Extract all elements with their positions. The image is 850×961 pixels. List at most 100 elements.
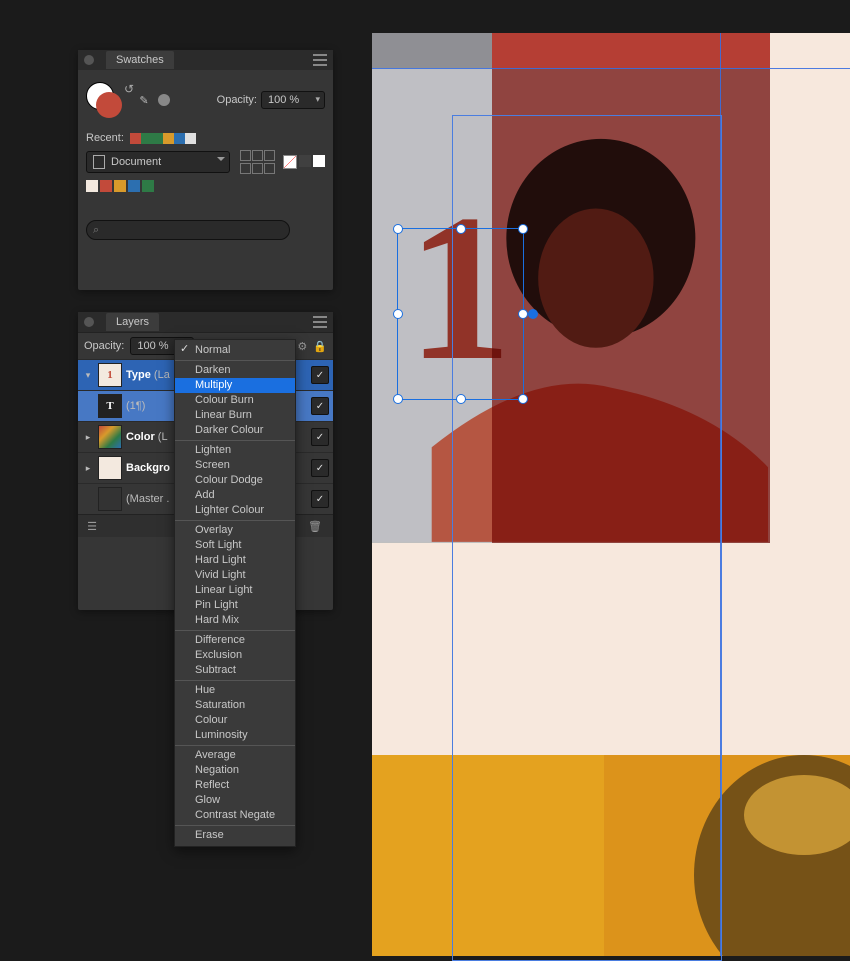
blend-mode-item[interactable]: Vivid Light xyxy=(175,568,295,583)
search-icon: ⌕ xyxy=(93,224,99,237)
palette-swatch[interactable] xyxy=(128,180,140,192)
blend-mode-item[interactable]: Colour Burn xyxy=(175,393,295,408)
layer-visible-checkbox[interactable]: ✓ xyxy=(311,459,329,477)
swatch[interactable] xyxy=(313,155,325,167)
lock-icon[interactable]: 🔒 xyxy=(313,340,327,353)
panel-menu-icon[interactable] xyxy=(313,316,327,328)
swatch-view-icons[interactable] xyxy=(240,150,274,174)
guide-horizontal xyxy=(372,68,850,69)
swatch-scope-select[interactable]: Document xyxy=(86,151,230,173)
greyscale-swatches xyxy=(283,155,325,169)
layer-visible-checkbox[interactable]: ✓ xyxy=(311,428,329,446)
layers-stack-icon[interactable]: ☰ xyxy=(84,518,100,534)
blend-mode-item[interactable]: Colour Dodge xyxy=(175,473,295,488)
document-icon xyxy=(93,155,105,169)
palette-swatch[interactable] xyxy=(86,180,98,192)
swatches-header: Swatches xyxy=(78,50,333,70)
layer-visible-checkbox[interactable]: ✓ xyxy=(311,366,329,384)
blend-mode-item[interactable]: Negation xyxy=(175,763,295,778)
blend-mode-item[interactable]: Hue xyxy=(175,683,295,698)
blend-mode-item[interactable]: Soft Light xyxy=(175,538,295,553)
opacity-label: Opacity: xyxy=(84,340,124,352)
blend-mode-item[interactable]: Darken xyxy=(175,363,295,378)
blend-mode-item[interactable]: Saturation xyxy=(175,698,295,713)
eyedropper-icon[interactable]: ✎ xyxy=(134,94,154,107)
resize-handle[interactable] xyxy=(456,224,466,234)
panel-menu-icon[interactable] xyxy=(313,54,327,66)
blend-mode-item[interactable]: Lighten xyxy=(175,443,295,458)
color-preview[interactable]: ↺ xyxy=(86,82,134,118)
swatches-panel: Swatches ↺ ✎ Opacity: 100 % Recent: xyxy=(78,50,333,290)
blend-mode-item[interactable]: Linear Light xyxy=(175,583,295,598)
blend-mode-item[interactable]: Luminosity xyxy=(175,728,295,743)
recent-swatch[interactable] xyxy=(130,133,141,144)
recent-swatch[interactable] xyxy=(152,133,163,144)
recent-swatch[interactable] xyxy=(163,133,174,144)
expand-icon[interactable]: ▸ xyxy=(82,463,94,474)
resize-handle[interactable] xyxy=(393,394,403,404)
layers-header: Layers xyxy=(78,312,333,332)
resize-handle[interactable] xyxy=(518,394,528,404)
swatch[interactable] xyxy=(283,155,297,169)
swatch-search-input[interactable]: ⌕ xyxy=(86,220,290,240)
blend-mode-item[interactable]: Overlay xyxy=(175,523,295,538)
blend-mode-item[interactable]: Linear Burn xyxy=(175,408,295,423)
swatch[interactable] xyxy=(299,155,311,167)
opacity-label: Opacity: xyxy=(217,94,257,106)
blend-mode-item[interactable]: Glow xyxy=(175,793,295,808)
blend-mode-item[interactable]: Lighter Colour xyxy=(175,503,295,518)
blend-mode-item[interactable]: Average xyxy=(175,748,295,763)
blend-mode-item[interactable]: Contrast Negate xyxy=(175,808,295,823)
layer-thumbnail xyxy=(98,487,122,511)
blend-mode-menu[interactable]: Normal DarkenMultiplyColour BurnLinear Bu… xyxy=(174,339,296,847)
recent-swatch[interactable] xyxy=(185,133,196,144)
layer-thumbnail xyxy=(98,456,122,480)
selection-bounds[interactable] xyxy=(397,228,524,400)
blend-mode-item[interactable]: Hard Mix xyxy=(175,613,295,628)
swatch-scope-value: Document xyxy=(111,156,161,168)
palette-swatch[interactable] xyxy=(100,180,112,192)
blend-mode-item[interactable]: Hard Light xyxy=(175,553,295,568)
document-canvas[interactable]: 1 xyxy=(372,33,850,956)
recent-swatches xyxy=(130,133,196,144)
resize-handle[interactable] xyxy=(393,309,403,319)
palette-swatch[interactable] xyxy=(114,180,126,192)
text-flow-handle[interactable] xyxy=(528,309,538,319)
close-icon[interactable] xyxy=(84,55,94,65)
blend-mode-item[interactable]: Pin Light xyxy=(175,598,295,613)
blend-mode-item[interactable]: Subtract xyxy=(175,663,295,678)
blend-mode-item[interactable]: Colour xyxy=(175,713,295,728)
resize-handle[interactable] xyxy=(518,224,528,234)
layers-tab[interactable]: Layers xyxy=(106,313,159,331)
gear-icon[interactable]: ⚙ xyxy=(297,340,307,353)
recent-swatch[interactable] xyxy=(141,133,152,144)
recent-swatch[interactable] xyxy=(174,133,185,144)
swatches-opacity-field[interactable]: 100 % xyxy=(261,91,325,109)
blend-mode-item[interactable]: Reflect xyxy=(175,778,295,793)
blend-mode-item[interactable]: Difference xyxy=(175,633,295,648)
expand-icon[interactable]: ▾ xyxy=(82,370,94,381)
blend-mode-item[interactable]: Exclusion xyxy=(175,648,295,663)
blend-mode-item[interactable]: Screen xyxy=(175,458,295,473)
trash-icon[interactable]: 🗑 xyxy=(307,518,323,534)
recent-label: Recent: xyxy=(86,132,124,144)
expand-icon[interactable]: ▸ xyxy=(82,432,94,443)
close-icon[interactable] xyxy=(84,317,94,327)
layout-block xyxy=(770,33,850,68)
layer-visible-checkbox[interactable]: ✓ xyxy=(311,397,329,415)
blend-mode-item[interactable]: Add xyxy=(175,488,295,503)
resize-handle[interactable] xyxy=(456,394,466,404)
blend-mode-item[interactable]: Erase xyxy=(175,828,295,843)
blend-mode-item[interactable]: Darker Colour xyxy=(175,423,295,438)
layer-visible-checkbox[interactable]: ✓ xyxy=(311,490,329,508)
no-color-icon[interactable] xyxy=(158,94,170,106)
blend-mode-item[interactable]: Multiply xyxy=(175,378,295,393)
swatches-tab[interactable]: Swatches xyxy=(106,51,174,69)
resize-handle[interactable] xyxy=(393,224,403,234)
blend-mode-item[interactable]: Normal xyxy=(175,343,295,358)
resize-handle[interactable] xyxy=(518,309,528,319)
palette-swatch[interactable] xyxy=(142,180,154,192)
swap-colors-icon[interactable]: ↺ xyxy=(124,82,134,96)
layer-thumbnail: T xyxy=(98,394,122,418)
layer-thumbnail xyxy=(98,425,122,449)
